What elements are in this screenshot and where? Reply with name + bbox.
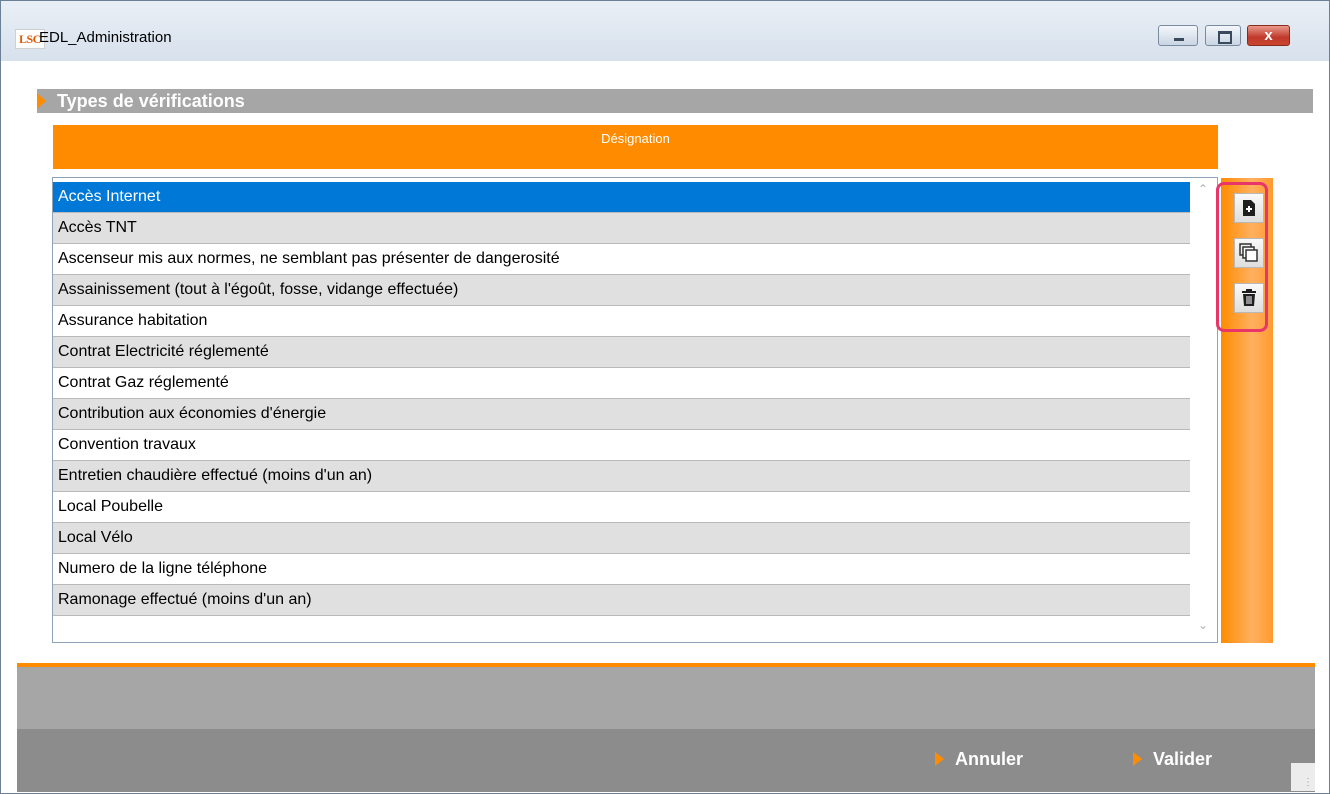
footer-lower [17, 729, 1315, 792]
table-row[interactable]: Contribution aux économies d'énergie [53, 399, 1190, 430]
section-header: Types de vérifications [37, 89, 1313, 113]
table-row[interactable]: Contrat Electricité réglementé [53, 337, 1190, 368]
table-row[interactable]: Accès TNT [53, 213, 1190, 244]
arrow-right-icon [935, 752, 944, 766]
table-row[interactable]: Entretien chaudière effectué (moins d'un… [53, 461, 1190, 492]
column-header-designation[interactable]: Désignation [53, 125, 1218, 169]
table-row[interactable]: Accès Internet [53, 182, 1190, 213]
minimize-icon [1174, 38, 1184, 41]
verification-types-grid: Accès Internet Accès TNT Ascenseur mis aux… [52, 177, 1218, 643]
close-button[interactable]: x [1247, 25, 1290, 46]
vertical-scrollbar[interactable]: ⌃ ⌄ [1191, 178, 1217, 642]
app-window: LSC EDL_Administration x Types de vérifi… [0, 0, 1330, 794]
table-row[interactable]: Local Vélo [53, 523, 1190, 554]
add-document-icon [1243, 200, 1255, 216]
duplicate-icon [1239, 243, 1258, 262]
table-row[interactable]: Local Poubelle [53, 492, 1190, 523]
footer-upper [17, 667, 1315, 729]
resize-grip-icon[interactable]: ⋮ [1291, 763, 1315, 791]
arrow-right-icon [1133, 752, 1142, 766]
table-row[interactable]: Ramonage effectué (moins d'un an) [53, 585, 1190, 616]
delete-button[interactable] [1234, 283, 1264, 313]
title-bar[interactable]: LSC EDL_Administration x [1, 1, 1329, 61]
table-row[interactable]: Contrat Gaz réglementé [53, 368, 1190, 399]
cancel-button[interactable]: Annuler [935, 746, 1023, 772]
maximize-button[interactable] [1205, 25, 1241, 46]
minimize-button[interactable] [1158, 25, 1198, 46]
validate-label: Valider [1153, 749, 1213, 769]
table-row[interactable]: Ascenseur mis aux normes, ne semblant pa… [53, 244, 1190, 275]
add-button[interactable] [1234, 193, 1264, 223]
cancel-label: Annuler [955, 749, 1024, 769]
table-row[interactable]: Assainissement (tout à l'égoût, fosse, v… [53, 275, 1190, 306]
validate-button[interactable]: Valider [1133, 746, 1212, 772]
section-arrow-icon [37, 93, 46, 109]
duplicate-button[interactable] [1234, 238, 1264, 268]
table-row[interactable]: Assurance habitation [53, 306, 1190, 337]
trash-icon [1242, 289, 1256, 306]
table-row[interactable]: Numero de la ligne téléphone [53, 554, 1190, 585]
table-row[interactable]: Convention travaux [53, 430, 1190, 461]
section-title: Types de vérifications [57, 91, 245, 111]
close-icon: x [1264, 27, 1273, 44]
maximize-icon [1218, 31, 1232, 44]
window-title: EDL_Administration [39, 29, 172, 46]
